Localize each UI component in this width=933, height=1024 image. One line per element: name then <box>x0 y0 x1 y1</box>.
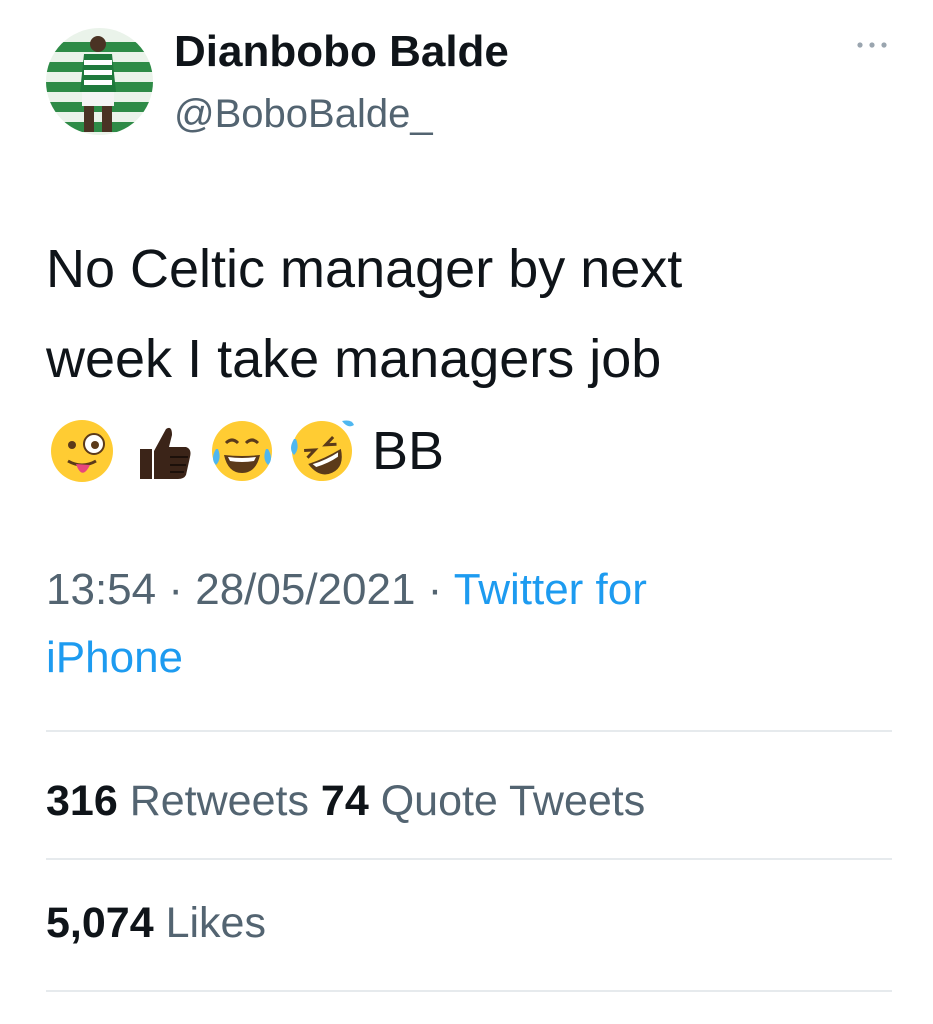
emoji-row: BB <box>46 412 444 490</box>
face-with-tears-of-joy-emoji <box>212 421 272 481</box>
divider <box>46 730 892 732</box>
likes-stat[interactable]: 5,074 Likes <box>46 899 266 947</box>
likes-stats-row: 5,074 Likes <box>46 896 266 950</box>
meta-separator: · <box>415 565 454 614</box>
retweets-label: Retweets <box>129 777 309 825</box>
avatar[interactable] <box>46 28 153 135</box>
user-handle[interactable]: @BoboBalde_ <box>174 90 433 138</box>
retweets-stat[interactable]: 316 Retweets <box>46 777 309 825</box>
tweet-meta: 13:54 · 28/05/2021 · Twitter for iPhone <box>46 556 906 692</box>
tweet-text: No Celtic manager by next week I take ma… <box>46 224 906 404</box>
tweet-signature: BB <box>372 421 445 481</box>
likes-label: Likes <box>165 899 266 947</box>
tweet-text-line: week I take managers job <box>46 329 662 389</box>
quote-tweets-label: Quote Tweets <box>380 777 646 825</box>
likes-count: 5,074 <box>46 899 154 947</box>
display-name[interactable]: Dianbobo Balde <box>174 26 509 78</box>
divider <box>46 990 892 992</box>
tweet-date[interactable]: 28/05/2021 <box>195 565 415 614</box>
more-icon[interactable] <box>852 30 892 60</box>
rolling-on-floor-laughing-emoji <box>291 420 354 481</box>
tweet-time[interactable]: 13:54 <box>46 565 156 614</box>
quote-tweets-stat[interactable]: 74 Quote Tweets <box>321 777 645 825</box>
meta-separator: · <box>156 565 196 614</box>
tweet-source-link[interactable]: Twitter for <box>454 565 647 614</box>
quote-tweets-count: 74 <box>320 777 369 825</box>
tweet-text-line: No Celtic manager by next <box>46 239 683 299</box>
divider <box>46 858 892 860</box>
tweet-source-link-continued[interactable]: iPhone <box>46 624 906 692</box>
winking-face-with-tongue-emoji <box>51 420 113 482</box>
engagement-stats-row: 316 Retweets 74 Quote Tweets <box>46 774 645 828</box>
thumbs-up-emoji <box>140 427 191 479</box>
retweets-count: 316 <box>46 777 118 825</box>
